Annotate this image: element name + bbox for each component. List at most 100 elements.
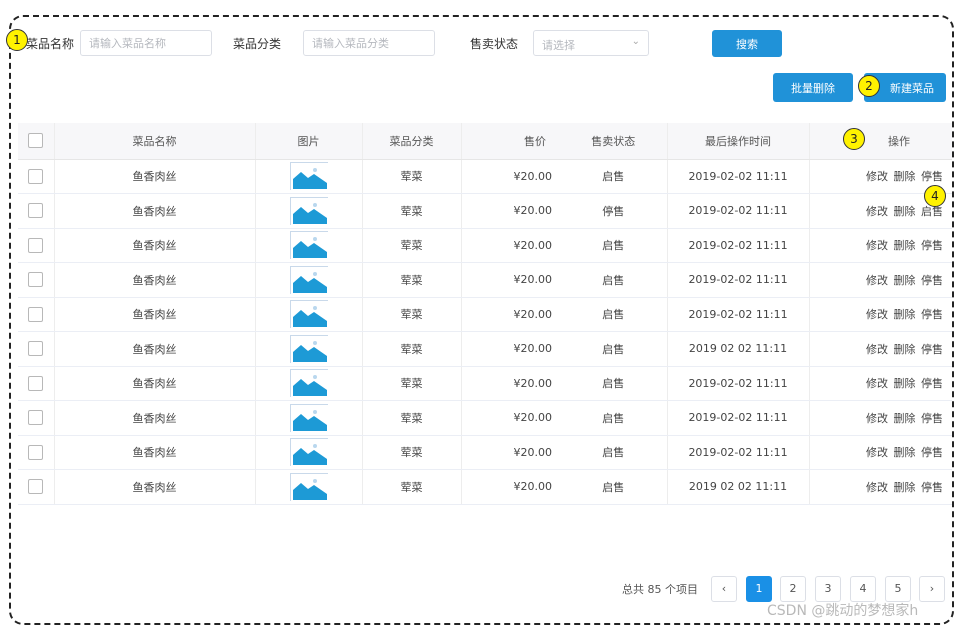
toggle-sale-link[interactable]: 停售 <box>921 239 943 252</box>
header-image: 图片 <box>255 123 363 160</box>
dish-name-cell: 鱼香肉丝 <box>54 159 256 194</box>
last-modified-cell: 2019-02-02 11:11 <box>667 159 810 194</box>
toggle-sale-link[interactable]: 停售 <box>921 412 943 425</box>
page-2-button[interactable]: 2 <box>780 576 806 602</box>
toggle-sale-link[interactable]: 停售 <box>921 308 943 321</box>
last-modified-cell: 2019 02 02 11:11 <box>667 469 810 505</box>
row-checkbox[interactable] <box>28 341 44 357</box>
table-row: 鱼香肉丝 荤菜 ¥20.00 启售 2019-02-02 11:11 修改 删除… <box>18 400 952 436</box>
toggle-sale-link[interactable]: 停售 <box>921 170 943 183</box>
delete-link[interactable]: 删除 <box>894 170 916 183</box>
watermark: CSDN @跳动的梦想家h <box>767 603 919 619</box>
image-cell <box>255 159 363 194</box>
actions-cell: 修改 删除 停售 <box>809 297 952 332</box>
table-row: 鱼香肉丝 荤菜 ¥20.00 启售 2019-02-02 11:11 修改 删除… <box>18 297 952 332</box>
price-cell: ¥20.00 <box>461 400 560 436</box>
select-all-cell <box>18 123 55 160</box>
row-select-cell <box>18 228 55 263</box>
delete-link[interactable]: 删除 <box>894 446 916 459</box>
last-modified-cell: 2019-02-02 11:11 <box>667 297 810 332</box>
status-select-placeholder: 请选择 <box>542 39 575 52</box>
dish-name-input[interactable] <box>80 30 212 56</box>
price-cell: ¥20.00 <box>461 193 560 229</box>
table-header-row: 菜品名称 图片 菜品分类 售价 售卖状态 最后操作时间 操作 <box>18 123 952 160</box>
row-checkbox[interactable] <box>28 306 44 322</box>
search-button[interactable]: 搜索 <box>712 30 782 57</box>
toggle-sale-link[interactable]: 停售 <box>921 377 943 390</box>
row-checkbox[interactable] <box>28 479 44 495</box>
dish-table: 菜品名称 图片 菜品分类 售价 售卖状态 最后操作时间 操作 鱼香肉丝 荤菜 ¥… <box>18 123 952 505</box>
toggle-sale-link[interactable]: 停售 <box>921 481 943 494</box>
row-checkbox[interactable] <box>28 444 44 460</box>
row-checkbox[interactable] <box>28 272 44 288</box>
table-row: 鱼香肉丝 荤菜 ¥20.00 启售 2019-02-02 11:11 修改 删除… <box>18 262 952 298</box>
image-placeholder-icon <box>289 300 329 330</box>
page-1-button[interactable]: 1 <box>746 576 772 602</box>
edit-link[interactable]: 修改 <box>866 274 888 287</box>
next-page-button[interactable]: › <box>919 576 945 602</box>
edit-link[interactable]: 修改 <box>866 170 888 183</box>
category-cell: 荤菜 <box>362 297 462 332</box>
image-cell <box>255 400 363 436</box>
batch-delete-button[interactable]: 批量删除 <box>773 73 853 102</box>
status-cell: 启售 <box>560 366 668 401</box>
status-cell: 启售 <box>560 400 668 436</box>
image-placeholder-icon <box>289 162 329 192</box>
dish-name-cell: 鱼香肉丝 <box>54 435 256 470</box>
image-placeholder-icon <box>289 403 329 433</box>
row-checkbox[interactable] <box>28 375 44 391</box>
edit-link[interactable]: 修改 <box>866 377 888 390</box>
edit-link[interactable]: 修改 <box>866 412 888 425</box>
image-cell <box>255 469 363 505</box>
last-modified-cell: 2019-02-02 11:11 <box>667 262 810 298</box>
image-placeholder-icon <box>289 265 329 295</box>
page-3-button[interactable]: 3 <box>815 576 841 602</box>
page-5-button[interactable]: 5 <box>885 576 911 602</box>
delete-link[interactable]: 删除 <box>894 412 916 425</box>
edit-link[interactable]: 修改 <box>866 446 888 459</box>
delete-link[interactable]: 删除 <box>894 239 916 252</box>
dish-name-cell: 鱼香肉丝 <box>54 228 256 263</box>
toggle-sale-link[interactable]: 停售 <box>921 343 943 356</box>
chevron-down-icon: ⌄ <box>631 36 640 47</box>
toggle-sale-link[interactable]: 停售 <box>921 274 943 287</box>
price-cell: ¥20.00 <box>461 159 560 194</box>
status-cell: 启售 <box>560 228 668 263</box>
select-all-checkbox[interactable] <box>28 133 44 149</box>
row-checkbox[interactable] <box>28 203 44 219</box>
status-cell: 停售 <box>560 193 668 229</box>
page-4-button[interactable]: 4 <box>850 576 876 602</box>
edit-link[interactable]: 修改 <box>866 239 888 252</box>
row-checkbox[interactable] <box>28 410 44 426</box>
prev-page-button[interactable]: ‹ <box>711 576 737 602</box>
header-last-modified: 最后操作时间 <box>667 123 810 160</box>
delete-link[interactable]: 删除 <box>894 274 916 287</box>
delete-link[interactable]: 删除 <box>894 205 916 218</box>
delete-link[interactable]: 删除 <box>894 377 916 390</box>
status-cell: 启售 <box>560 262 668 298</box>
delete-link[interactable]: 删除 <box>894 481 916 494</box>
image-cell <box>255 193 363 229</box>
edit-link[interactable]: 修改 <box>866 343 888 356</box>
delete-link[interactable]: 删除 <box>894 343 916 356</box>
edit-link[interactable]: 修改 <box>866 308 888 321</box>
dish-name-cell: 鱼香肉丝 <box>54 469 256 505</box>
category-input[interactable] <box>303 30 435 56</box>
status-select[interactable]: 请选择 ⌄ <box>533 30 649 56</box>
status-cell: 启售 <box>560 469 668 505</box>
row-checkbox[interactable] <box>28 237 44 253</box>
delete-link[interactable]: 删除 <box>894 308 916 321</box>
header-actions: 操作 <box>809 123 952 160</box>
row-checkbox[interactable] <box>28 168 44 184</box>
price-cell: ¥20.00 <box>461 435 560 470</box>
category-cell: 荤菜 <box>362 228 462 263</box>
row-select-cell <box>18 331 55 367</box>
edit-link[interactable]: 修改 <box>866 205 888 218</box>
price-cell: ¥20.00 <box>461 469 560 505</box>
dish-name-label: 菜品名称 <box>26 37 75 51</box>
header-dish-name: 菜品名称 <box>54 123 256 160</box>
image-placeholder-icon <box>289 231 329 261</box>
price-cell: ¥20.00 <box>461 262 560 298</box>
edit-link[interactable]: 修改 <box>866 481 888 494</box>
toggle-sale-link[interactable]: 停售 <box>921 446 943 459</box>
